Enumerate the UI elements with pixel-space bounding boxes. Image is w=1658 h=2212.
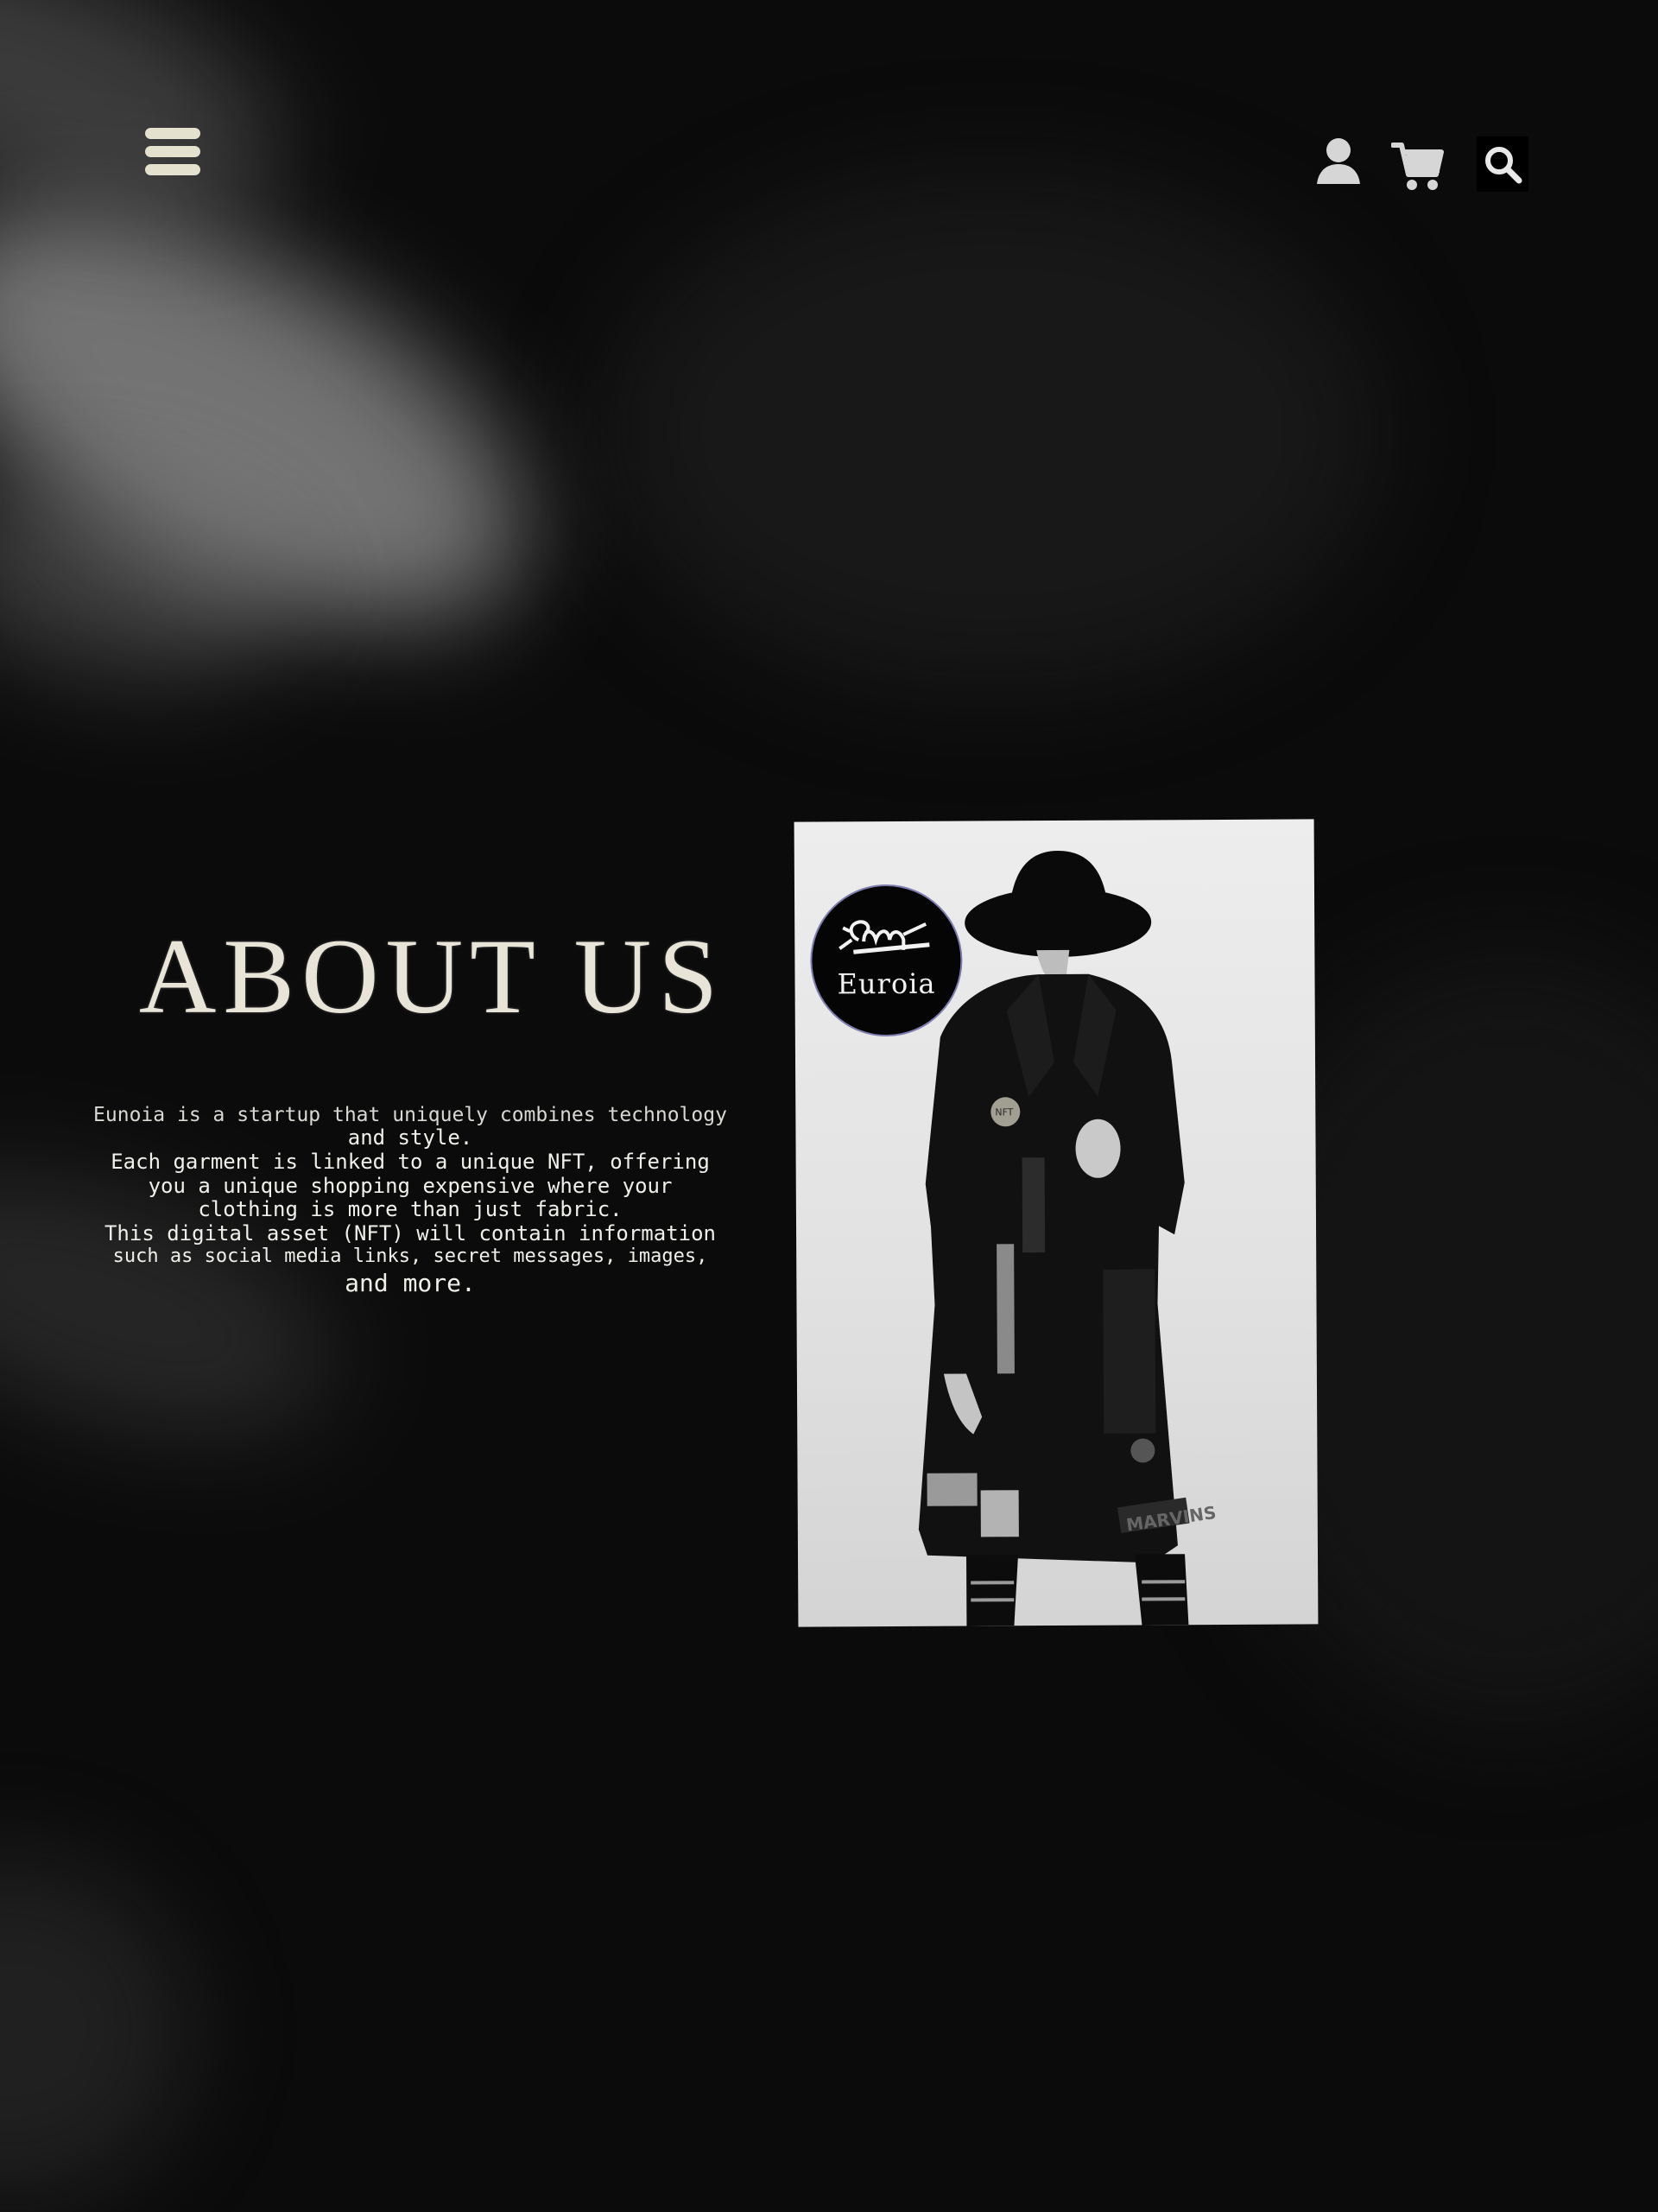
shopping-cart-icon[interactable] xyxy=(1390,138,1446,193)
menu-line xyxy=(145,128,200,139)
page: ABOUT US Eunoia is a startup that unique… xyxy=(0,0,1658,2212)
about-line: This digital asset (NFT) will contain in… xyxy=(104,1220,716,1245)
bull-logo-icon xyxy=(838,920,930,954)
about-line: such as social media links, secret messa… xyxy=(112,1245,708,1268)
about-line: you a unique shopping expensive where yo… xyxy=(148,1173,673,1198)
about-title: ABOUT US xyxy=(138,917,725,1036)
hamburger-menu-icon[interactable] xyxy=(145,128,200,178)
nft-pin-text: NFT xyxy=(995,1106,1014,1119)
logo-text: Euroia xyxy=(837,967,936,1001)
background-blur xyxy=(0,1857,190,2202)
about-description: Eunoia is a startup that uniquely combin… xyxy=(52,1104,769,1297)
background-blur xyxy=(604,173,1382,691)
product-photo: NFT MARVINS Euroia xyxy=(794,819,1319,1627)
about-line: Each garment is linked to a unique NFT, … xyxy=(111,1150,710,1175)
euroia-logo-badge: Euroia xyxy=(811,885,961,1036)
about-line: and style. xyxy=(347,1125,473,1150)
about-line: Eunoia is a startup that uniquely combin… xyxy=(93,1104,727,1126)
user-icon[interactable] xyxy=(1313,134,1364,189)
search-icon[interactable] xyxy=(1477,136,1528,192)
menu-line xyxy=(145,164,200,175)
menu-line xyxy=(145,146,200,157)
about-line: clothing is more than just fabric. xyxy=(198,1197,623,1222)
about-line: and more. xyxy=(345,1268,476,1297)
